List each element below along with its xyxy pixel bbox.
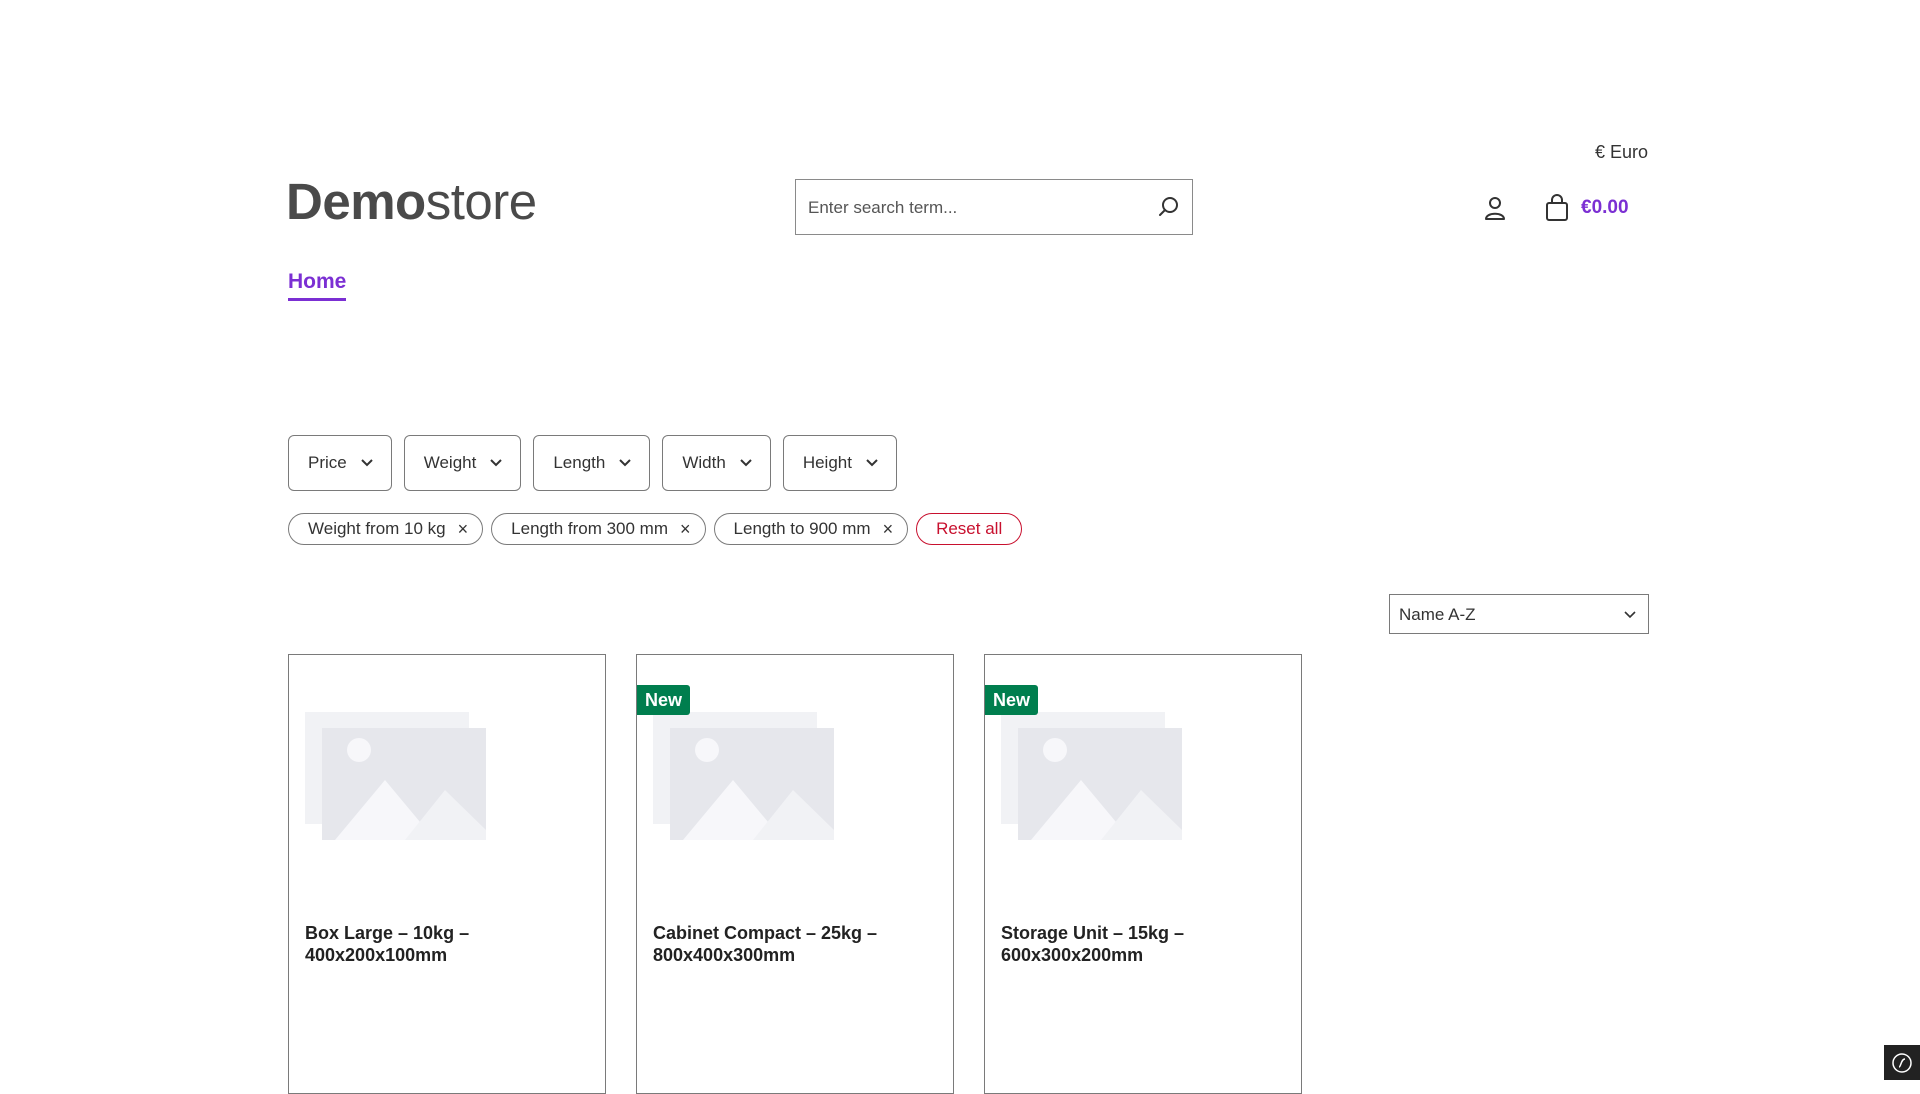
shopping-bag-icon: [1546, 194, 1568, 221]
nav-item-home[interactable]: Home: [288, 270, 347, 301]
currency-label[interactable]: € Euro: [1595, 142, 1648, 163]
chip-label: Length to 900 mm: [733, 519, 871, 538]
close-icon[interactable]: ×: [680, 520, 691, 538]
filter-label: Price: [308, 453, 347, 472]
filter-label: Width: [682, 453, 726, 472]
search-form: [795, 179, 1193, 236]
chevron-down-icon: [361, 459, 373, 467]
logo-light-text: store: [425, 173, 537, 230]
chevron-down-icon: [490, 459, 503, 467]
chip-label: Weight from 10 kg: [308, 519, 446, 538]
filter-price[interactable]: Price: [288, 435, 392, 491]
product-title[interactable]: Cabinet Compact – 25kg – 800x400x300mm: [653, 922, 938, 966]
store-logo[interactable]: Demostore: [286, 176, 537, 227]
sort-select[interactable]: Name A-Z: [1389, 594, 1649, 634]
filter-label: Length: [553, 453, 606, 472]
active-filters: Weight from 10 kg × Length from 300 mm ×…: [288, 513, 1023, 545]
product-card[interactable]: New Cabinet Compact – 25kg – 800x400x300…: [636, 654, 954, 1094]
symfony-toolbar-toggle[interactable]: [1884, 1045, 1920, 1080]
search-button[interactable]: [1156, 194, 1182, 220]
product-title[interactable]: Box Large – 10kg – 400x200x100mm: [305, 922, 590, 966]
close-icon[interactable]: ×: [458, 520, 469, 538]
filter-height[interactable]: Height: [782, 435, 897, 491]
active-filter-chip[interactable]: Length to 900 mm ×: [713, 513, 909, 545]
chevron-down-icon: [1624, 611, 1636, 619]
filter-bar: Price Weight Length Width Height: [288, 435, 897, 491]
chip-label: Length from 300 mm: [511, 519, 669, 538]
product-title[interactable]: Storage Unit – 15kg – 600x300x200mm: [1001, 922, 1286, 966]
image-placeholder-icon: [305, 712, 486, 840]
symfony-logo-icon: [1892, 1053, 1912, 1073]
user-icon: [1485, 197, 1505, 220]
filter-weight[interactable]: Weight: [403, 435, 522, 491]
search-icon: [1159, 197, 1178, 216]
chevron-down-icon: [866, 459, 878, 467]
logo-bold-text: Demo: [286, 173, 426, 230]
filter-width[interactable]: Width: [662, 435, 771, 491]
active-filter-chip[interactable]: Length from 300 mm ×: [491, 513, 706, 545]
filter-label: Height: [802, 453, 852, 472]
cart-button[interactable]: [1544, 194, 1570, 222]
filter-length[interactable]: Length: [533, 435, 651, 491]
new-badge: New: [985, 685, 1039, 715]
chevron-down-icon: [740, 459, 752, 467]
filter-label: Weight: [423, 453, 477, 472]
search-input[interactable]: [806, 180, 1140, 236]
sort-selected-value: Name A-Z: [1399, 605, 1476, 624]
reset-all-button[interactable]: Reset all: [916, 513, 1023, 545]
close-icon[interactable]: ×: [883, 520, 894, 538]
product-card[interactable]: New Storage Unit – 15kg – 600x300x200mm: [984, 654, 1302, 1094]
image-placeholder-icon: [653, 712, 834, 840]
product-card[interactable]: Box Large – 10kg – 400x200x100mm: [288, 654, 606, 1094]
new-badge: New: [637, 685, 691, 715]
chevron-down-icon: [619, 459, 632, 467]
image-placeholder-icon: [1001, 712, 1182, 840]
cart-total[interactable]: €0.00: [1581, 197, 1629, 219]
active-filter-chip[interactable]: Weight from 10 kg ×: [288, 513, 484, 545]
account-button[interactable]: [1482, 195, 1508, 221]
